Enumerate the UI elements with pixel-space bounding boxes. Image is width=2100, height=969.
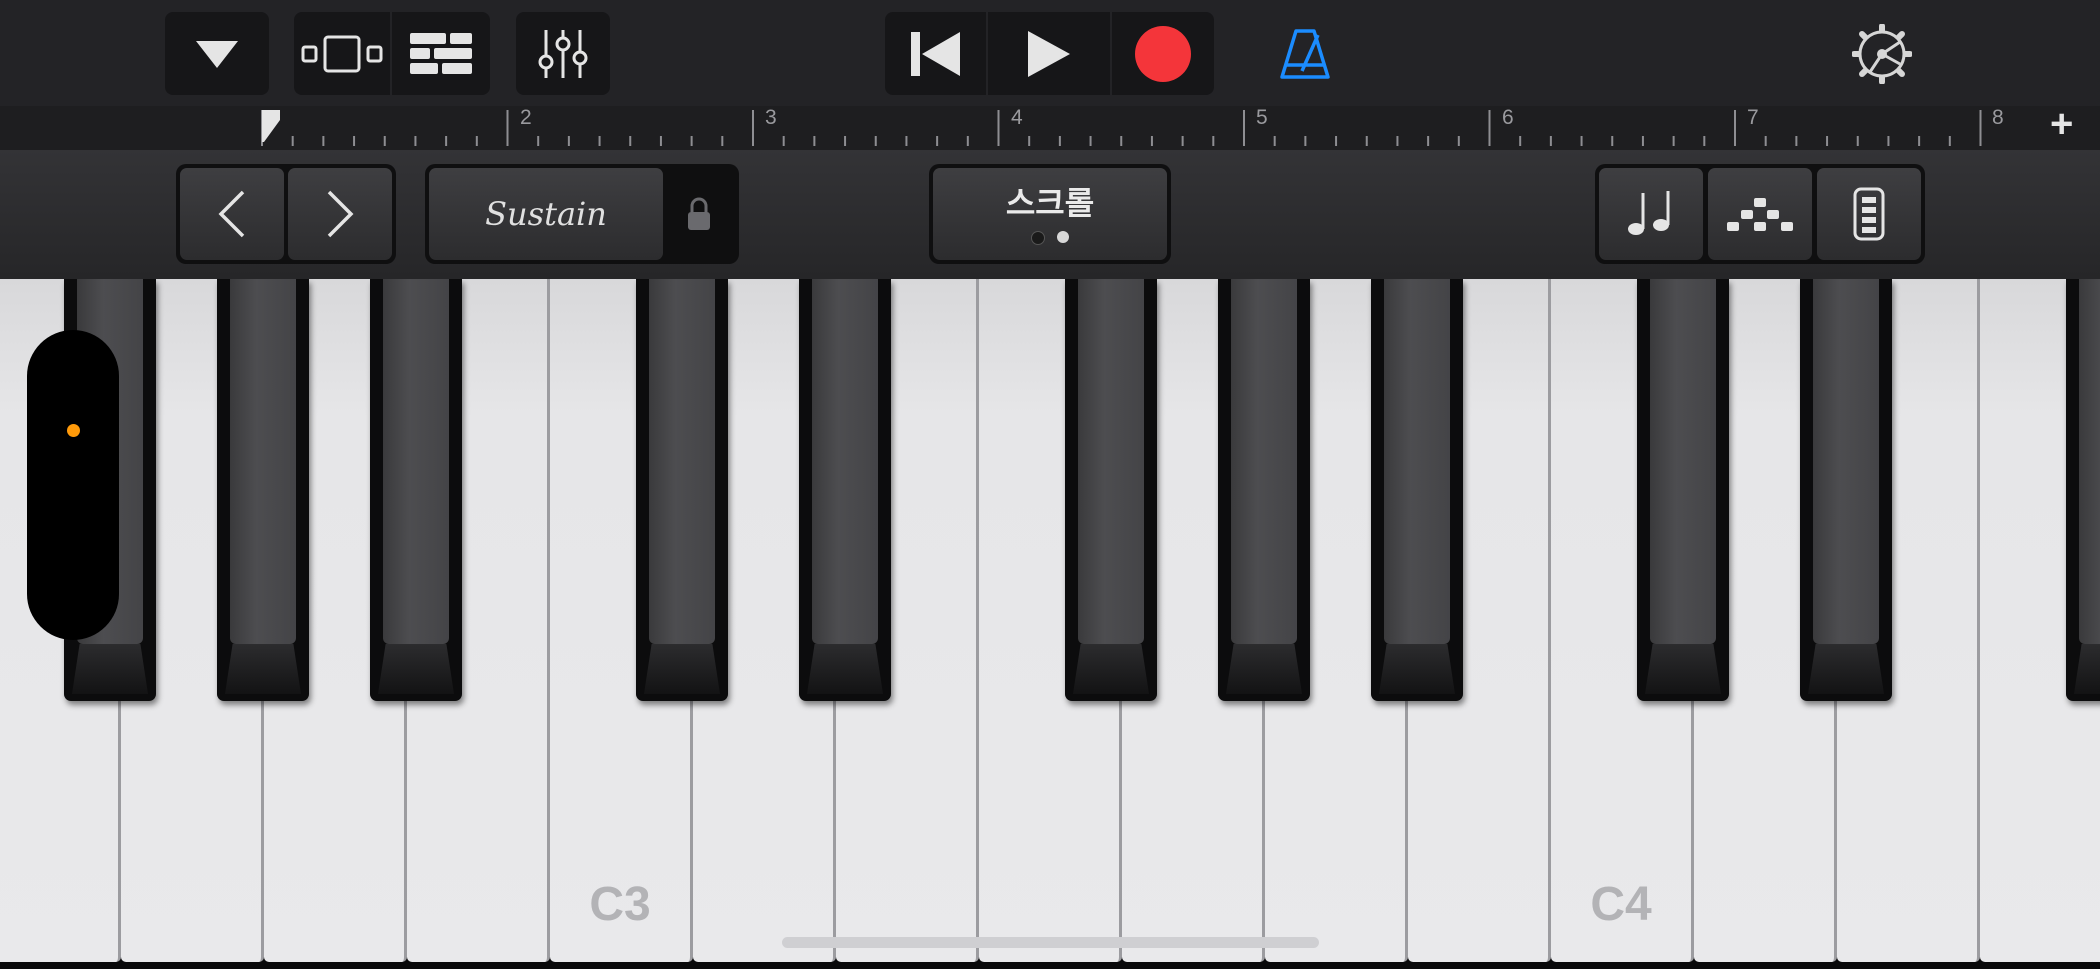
black-key[interactable] [1065,279,1157,701]
smart-controls-icon [301,35,383,72]
black-key[interactable] [217,279,309,701]
play-icon [1028,30,1070,77]
bar-number: 7 [1747,106,1759,129]
tracks-view-button[interactable] [392,12,490,95]
glissando-button[interactable] [1599,168,1703,260]
home-indicator[interactable] [782,937,1319,948]
add-section-button[interactable]: + [2050,102,2073,147]
settings-gear-icon [1852,24,1912,84]
ruler-ticks [261,110,1982,146]
bar-number: 3 [765,106,777,129]
settings-button[interactable] [1842,14,1922,94]
octave-label: C4 [1590,878,1652,931]
chevron-right-icon [327,190,354,238]
page-dot-active [1057,231,1069,243]
black-key[interactable] [799,279,891,701]
page-dot [1031,231,1045,245]
chevron-left-icon [218,190,245,238]
page-indicator [1031,231,1069,245]
arpeggiator-icon [1727,198,1793,231]
sustain-group: Sustain [425,164,739,264]
browser-dropdown-button[interactable] [165,12,269,95]
metronome-button[interactable] [1264,12,1346,95]
piano-keyboard: C3 C4 [0,279,2100,969]
record-button[interactable] [1112,12,1214,95]
mixer-button[interactable] [516,12,610,95]
keyboard-controls-bar: Sustain 스크롤 [0,150,2100,281]
notes-icon [1628,191,1670,235]
bar-number: 5 [1256,106,1268,129]
mixer-icon [538,29,588,78]
black-key[interactable] [636,279,728,701]
scroll-group: 스크롤 [929,164,1171,264]
octave-label: C3 [589,878,651,931]
scroll-mode-button[interactable]: 스크롤 [933,168,1167,260]
play-button[interactable] [988,12,1110,95]
timeline-ruler[interactable]: 2 3 4 5 6 7 8 + [0,102,2100,151]
black-key[interactable] [1637,279,1729,701]
lock-icon [688,197,710,230]
smart-controls-view-button[interactable] [294,12,390,95]
sustain-lock-button[interactable] [663,168,735,260]
dropdown-icon [196,40,238,68]
bar-number: 4 [1011,106,1023,129]
black-key[interactable] [370,279,462,701]
bar-number: 6 [1502,106,1514,129]
bar-number: 2 [520,106,532,129]
sustain-button[interactable]: Sustain [429,168,663,260]
keyboard-options-group [1595,164,1925,264]
keyboard-layout-button[interactable] [1817,168,1921,260]
modulation-indicator [67,424,80,437]
black-key[interactable] [1218,279,1310,701]
black-key[interactable] [1371,279,1463,701]
black-key[interactable] [1800,279,1892,701]
octave-up-button[interactable] [288,168,392,260]
octave-down-button[interactable] [180,168,284,260]
metronome-icon [1280,28,1330,79]
tracks-view-icon [410,32,472,74]
black-key[interactable] [2066,279,2100,701]
octave-shift-group [176,164,396,264]
arpeggiator-button[interactable] [1708,168,1812,260]
go-to-beginning-button[interactable] [885,12,986,95]
go-to-beginning-icon [910,31,960,76]
record-icon [1135,25,1191,82]
bar-number: 8 [1992,106,2004,129]
control-bar [0,0,2100,106]
modulation-wheel[interactable] [27,330,119,640]
playhead[interactable] [262,110,280,142]
scroll-label: 스크롤 [1005,185,1095,221]
keyboard-layout-icon [1853,187,1885,241]
